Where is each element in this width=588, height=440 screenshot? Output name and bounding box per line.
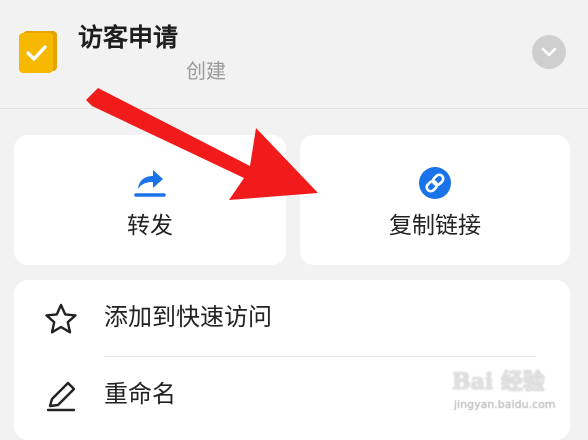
baidu-watermark: Bai 经验 jingyan.baidu.com bbox=[452, 362, 584, 420]
forward-label: 转发 bbox=[127, 213, 173, 239]
page-subtitle: 创建 bbox=[186, 59, 226, 83]
chevron-down-icon bbox=[541, 47, 557, 57]
forward-button[interactable]: 转发 bbox=[14, 135, 286, 265]
copy-link-button[interactable]: 复制链接 bbox=[300, 135, 570, 265]
page-title: 访客申请 bbox=[78, 23, 179, 52]
folder-check-icon bbox=[19, 31, 57, 73]
share-forward-icon bbox=[134, 170, 166, 197]
link-icon bbox=[419, 167, 451, 199]
menu-item-label: 重命名 bbox=[104, 380, 176, 408]
header: 访客申请 创建 bbox=[0, 0, 588, 109]
expand-button[interactable] bbox=[532, 35, 566, 69]
pencil-icon bbox=[46, 381, 76, 412]
star-icon bbox=[45, 303, 77, 334]
copy-link-label: 复制链接 bbox=[389, 213, 481, 239]
menu-item-quick-access[interactable]: 添加到快速访问 bbox=[14, 280, 570, 357]
menu-item-label: 添加到快速访问 bbox=[104, 303, 272, 331]
watermark-logo: Bai 经验 bbox=[452, 369, 545, 395]
watermark-url: jingyan.baidu.com bbox=[454, 398, 556, 411]
